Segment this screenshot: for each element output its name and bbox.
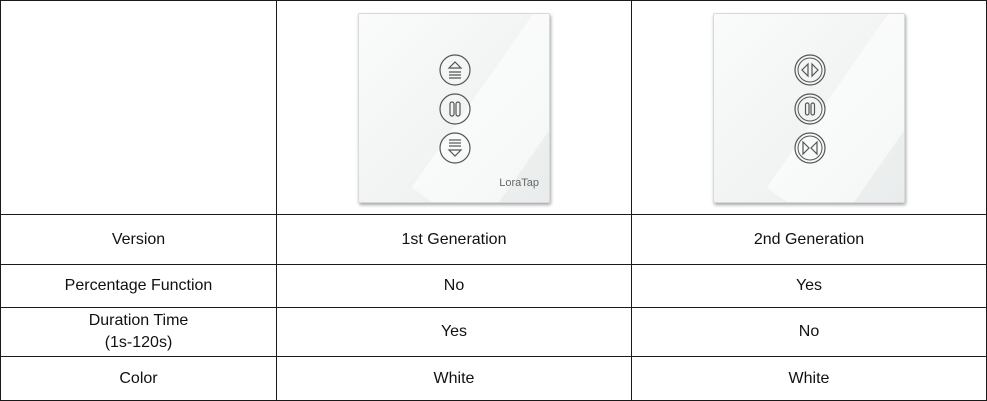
gen2-value: White bbox=[631, 356, 987, 401]
gen1-switch-panel: LoraTap bbox=[358, 12, 550, 203]
table-row: Version 1st Generation 2nd Generation bbox=[0, 214, 987, 265]
curtain-close-icon bbox=[794, 131, 826, 164]
gen1-image-cell: LoraTap bbox=[276, 0, 632, 215]
gen2-switch-panel bbox=[713, 12, 905, 203]
curtain-up-icon bbox=[439, 53, 471, 86]
table-row: Percentage Function No Yes bbox=[0, 264, 987, 308]
gen2-value: 2nd Generation bbox=[631, 214, 987, 265]
row-label: Color bbox=[0, 356, 277, 401]
gen2-value: Yes bbox=[631, 264, 987, 308]
table-row: Color White White bbox=[0, 356, 987, 401]
gen1-value: Yes bbox=[276, 307, 632, 357]
gen1-value: White bbox=[276, 356, 632, 401]
pause-icon bbox=[794, 92, 826, 125]
curtain-down-icon bbox=[439, 131, 471, 164]
image-row: LoraTap bbox=[0, 0, 987, 215]
row-label: Version bbox=[0, 214, 277, 265]
table-row: Duration Time (1s-120s) Yes No bbox=[0, 307, 987, 357]
gen2-image-cell bbox=[631, 0, 987, 215]
gen1-value: 1st Generation bbox=[276, 214, 632, 265]
gen2-value: No bbox=[631, 307, 987, 357]
comparison-table: LoraTap Version 1st Generation 2nd Gener… bbox=[0, 0, 987, 401]
row-label-line2: (1s-120s) bbox=[104, 334, 173, 351]
empty-header-cell bbox=[0, 0, 277, 215]
brand-logo: LoraTap bbox=[499, 176, 539, 189]
row-label-line1: Duration Time bbox=[88, 312, 189, 329]
row-label: Percentage Function bbox=[0, 264, 277, 308]
gen1-value: No bbox=[276, 264, 632, 308]
curtain-open-icon bbox=[794, 53, 826, 86]
row-label: Duration Time (1s-120s) bbox=[0, 307, 277, 357]
pause-icon bbox=[439, 92, 471, 125]
